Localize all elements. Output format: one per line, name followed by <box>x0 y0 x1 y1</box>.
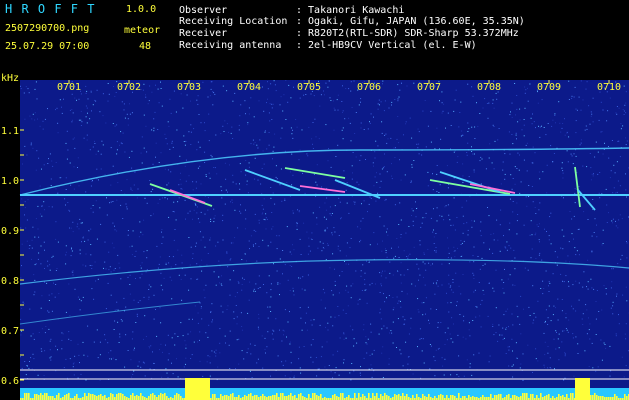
app-title: H R O F F T <box>5 2 96 16</box>
spectrogram-plot: kHz 0701 0702 0703 0704 0705 0706 0707 0708 0709… <box>0 72 629 400</box>
freq-tick-label: 1.1 <box>1 126 19 137</box>
meteor-label: meteor <box>124 25 161 36</box>
time-tick-label: 0701 <box>57 82 81 93</box>
time-tick-label: 0710 <box>597 82 621 93</box>
location-label: Receiving Location <box>179 16 288 27</box>
antenna-value: : 2el-HB9CV Vertical (el. E-W) <box>296 40 477 51</box>
time-tick-label: 0709 <box>537 82 561 93</box>
spectrogram-background <box>20 80 629 400</box>
app-version: 1.0.0 <box>126 4 157 15</box>
receiver-label: Receiver <box>179 28 228 39</box>
time-tick-label: 0705 <box>297 82 321 93</box>
time-tick-label: 0702 <box>117 82 141 93</box>
noise-spike <box>185 378 210 400</box>
meteor-count: 48 <box>139 41 152 52</box>
freq-tick-label: 1.0 <box>1 176 19 187</box>
time-tick-label: 0707 <box>417 82 441 93</box>
antenna-label: Receiving antenna <box>179 40 282 51</box>
frequency-unit-label: kHz <box>1 73 19 84</box>
header-panel: H R O F F T 1.0.0 2507290700.png 25.07.2… <box>0 0 629 72</box>
time-tick-label: 0706 <box>357 82 381 93</box>
freq-tick-label: 0.8 <box>1 276 19 287</box>
time-tick-label: 0708 <box>477 82 501 93</box>
location-value: : Ogaki, Gifu, JAPAN (136.60E, 35.35N) <box>296 16 525 27</box>
receiver-value: : R820T2(RTL-SDR) SDR-Sharp 53.372MHz <box>296 28 519 39</box>
freq-tick-label: 0.6 <box>1 376 19 387</box>
freq-tick-label: 0.7 <box>1 326 19 337</box>
time-tick-label: 0704 <box>237 82 261 93</box>
file-name: 2507290700.png <box>5 23 90 34</box>
freq-tick-label: 0.9 <box>1 226 19 237</box>
spectrogram-panel: kHz 0701 0702 0703 0704 0705 0706 0707 0708 0709… <box>0 72 629 400</box>
noise-spike <box>575 378 590 400</box>
recording-datetime: 25.07.29 07:00 <box>5 41 90 52</box>
time-tick-label: 0703 <box>177 82 201 93</box>
